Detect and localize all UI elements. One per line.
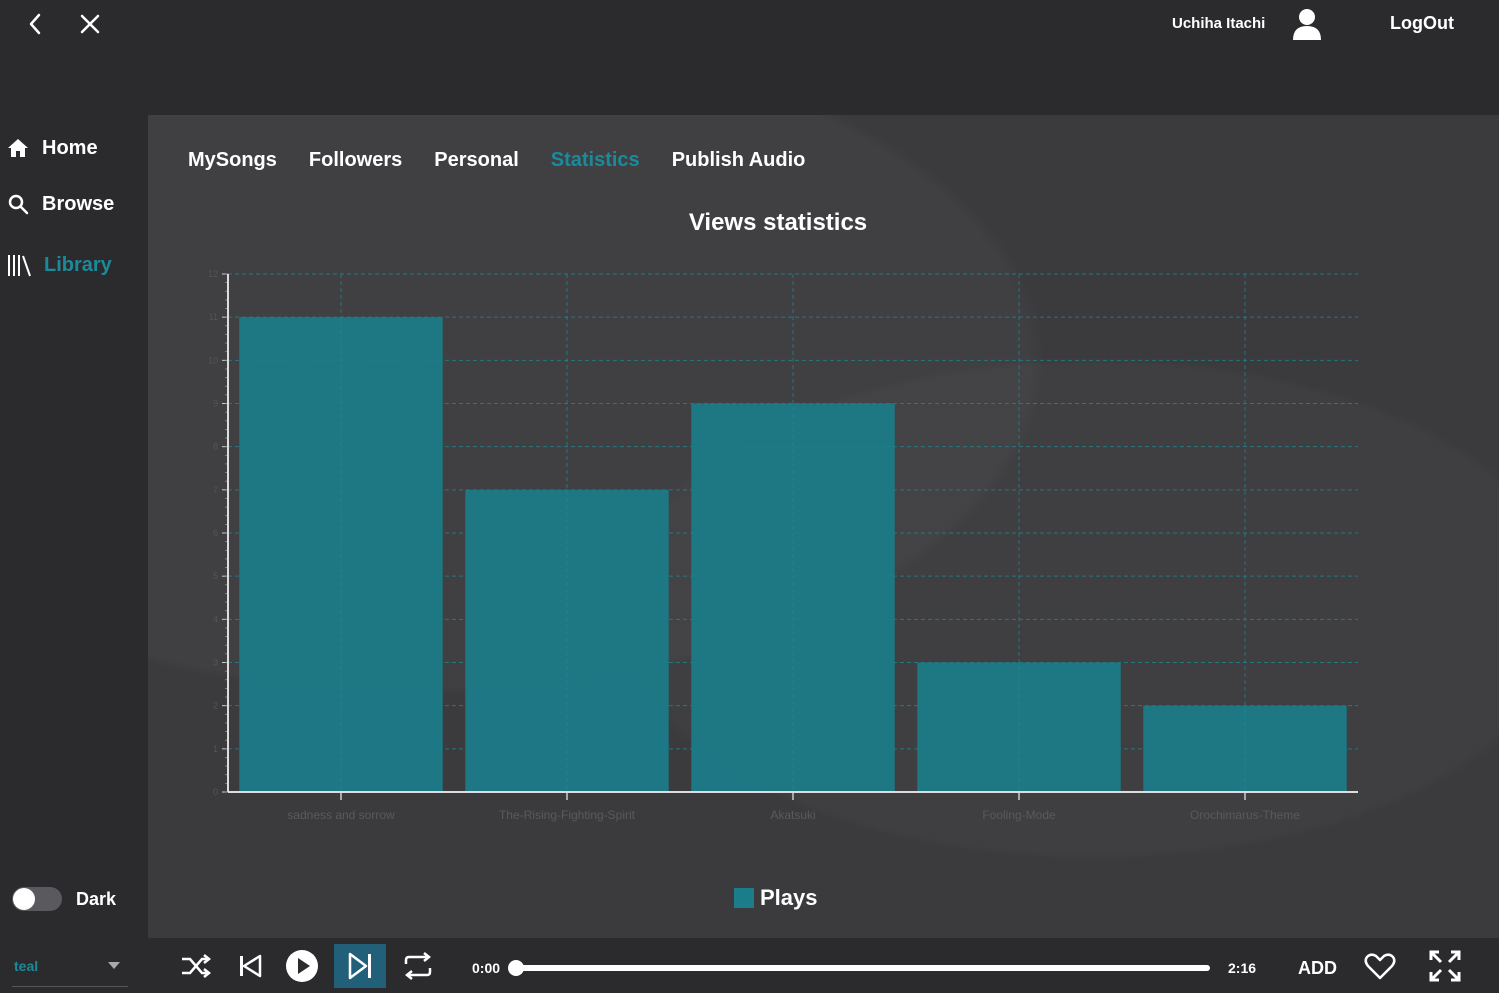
next-icon[interactable] bbox=[334, 944, 386, 988]
y-tick-label: 6 bbox=[213, 528, 218, 538]
current-time: 0:00 bbox=[472, 960, 501, 976]
x-tick-label: The-Rising-Fighting-Spirit bbox=[499, 808, 636, 822]
views-chart: 0123456789101112sadness and sorrow The-Ri… bbox=[208, 269, 1358, 822]
y-tick-label: 4 bbox=[213, 614, 218, 624]
sidebar-item-home[interactable]: Home bbox=[6, 132, 98, 164]
search-icon bbox=[8, 194, 29, 215]
user-icon[interactable] bbox=[1290, 6, 1324, 42]
sidebar-item-label: Home bbox=[42, 136, 98, 159]
theme-select[interactable]: teal bbox=[12, 950, 128, 987]
dark-mode-label: Dark bbox=[76, 888, 117, 909]
toggle-knob bbox=[13, 888, 35, 910]
shuffle-icon[interactable] bbox=[178, 948, 214, 984]
main-panel: MySongs Followers Personal Statistics Pu… bbox=[148, 115, 1499, 938]
library-icon bbox=[8, 255, 31, 277]
y-tick-label: 11 bbox=[209, 312, 218, 322]
sidebar-item-browse[interactable]: Browse bbox=[6, 188, 114, 220]
dark-mode-toggle-wrap: Dark bbox=[12, 887, 116, 911]
progress-bar[interactable] bbox=[508, 960, 1210, 976]
x-tick-label: Fooling-Mode bbox=[982, 808, 1056, 822]
y-tick-label: 3 bbox=[213, 658, 218, 668]
x-tick-label: Orochimarus-Theme bbox=[1190, 808, 1300, 822]
home-icon bbox=[8, 139, 28, 157]
y-tick-label: 2 bbox=[213, 701, 218, 711]
sidebar-item-label: Library bbox=[44, 253, 112, 276]
previous-icon[interactable] bbox=[232, 948, 268, 984]
dark-mode-toggle[interactable] bbox=[12, 887, 62, 911]
y-tick-label: 5 bbox=[213, 571, 218, 581]
total-time: 2:16 bbox=[1228, 960, 1257, 976]
back-icon[interactable] bbox=[22, 10, 50, 38]
y-tick-label: 10 bbox=[208, 355, 218, 365]
close-icon[interactable] bbox=[76, 10, 104, 38]
fullscreen-icon[interactable] bbox=[1427, 948, 1463, 984]
y-tick-label: 7 bbox=[213, 485, 218, 495]
sidebar-item-library[interactable]: Library bbox=[6, 249, 112, 281]
play-icon[interactable] bbox=[284, 948, 320, 984]
y-tick-label: 8 bbox=[213, 442, 218, 452]
y-tick-label: 9 bbox=[213, 399, 218, 409]
chart-legend[interactable]: Plays bbox=[734, 885, 818, 911]
legend-label: Plays bbox=[760, 885, 818, 910]
chevron-down-icon bbox=[108, 962, 120, 969]
y-tick-label: 1 bbox=[213, 744, 218, 754]
top-bar: Uchiha Itachi LogOut bbox=[0, 0, 1499, 115]
y-tick-label: 12 bbox=[208, 269, 218, 279]
logout-button[interactable]: LogOut bbox=[1390, 13, 1454, 34]
username: Uchiha Itachi bbox=[1172, 15, 1266, 32]
x-tick-label: sadness and sorrow bbox=[287, 808, 395, 822]
y-tick-label: 0 bbox=[213, 787, 218, 797]
sidebar: Home Browse Library Dark bbox=[0, 115, 148, 938]
add-button[interactable]: ADD bbox=[1298, 958, 1337, 979]
x-tick-label: Akatsuki bbox=[770, 808, 815, 822]
heart-icon[interactable] bbox=[1362, 948, 1398, 984]
progress-thumb[interactable] bbox=[508, 960, 524, 976]
sidebar-item-label: Browse bbox=[42, 192, 115, 215]
legend-swatch bbox=[734, 888, 754, 908]
theme-select-value: teal bbox=[14, 958, 39, 974]
repeat-icon[interactable] bbox=[400, 948, 436, 984]
player-bar: teal 0:00 2:16 ADD bbox=[0, 938, 1499, 993]
